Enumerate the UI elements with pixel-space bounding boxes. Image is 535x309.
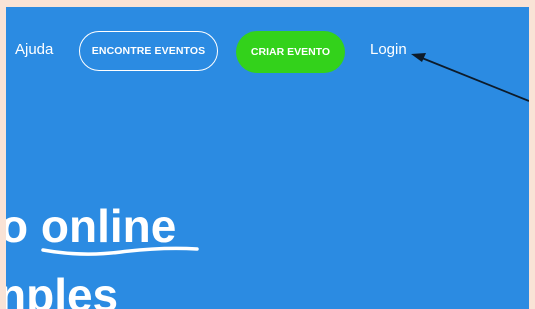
nav-link-login[interactable]: Login — [370, 41, 407, 59]
hero-heading-line1: o online — [6, 200, 199, 256]
find-events-label: ENCONTRE EVENTOS — [91, 45, 206, 57]
header-hero-panel: Ajuda ENCONTRE EVENTOS CRIAR EVENTO Logi… — [6, 7, 529, 309]
underline-squiggle — [41, 246, 199, 256]
hero-heading-line2: nples — [6, 269, 119, 309]
hero-heading-highlight: online — [41, 200, 199, 256]
annotation-arrow-line — [421, 57, 529, 102]
create-event-label: CRIAR EVENTO — [250, 46, 331, 58]
create-event-button[interactable]: CRIAR EVENTO — [236, 31, 345, 73]
find-events-button[interactable]: ENCONTRE EVENTOS — [79, 31, 218, 71]
annotation-arrowhead — [411, 53, 426, 62]
hero-heading-prefix: o — [6, 200, 29, 252]
nav-link-help[interactable]: Ajuda — [15, 41, 53, 59]
